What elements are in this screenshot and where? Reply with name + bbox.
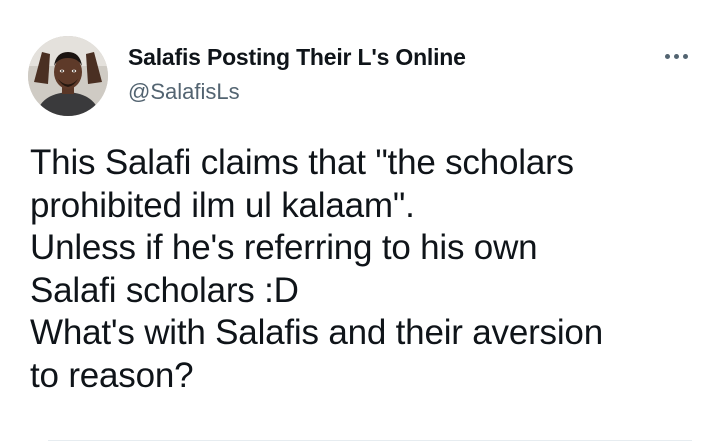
tweet: Salafis Posting Their L's Online @Salafi… xyxy=(0,0,720,446)
avatar-photo-icon xyxy=(28,36,108,116)
tweet-text-line: prohibited ilm ul kalaam". xyxy=(30,185,415,225)
author-handle[interactable]: @SalafisLs xyxy=(128,78,240,106)
more-dot xyxy=(682,53,688,59)
tweet-text-line: Unless if he's referring to his own xyxy=(30,228,538,267)
more-dot xyxy=(664,53,670,59)
more-dot xyxy=(673,53,679,59)
tweet-text-line: Salafi scholars :D xyxy=(30,270,299,310)
more-options-icon[interactable] xyxy=(652,38,700,74)
tweet-text: This Salafi claims that "the scholars pr… xyxy=(30,142,700,397)
tweet-text-line: to reason? xyxy=(30,355,194,395)
author-display-name[interactable]: Salafis Posting Their L's Online xyxy=(128,42,466,72)
tweet-text-line: This Salafi claims that "the scholars xyxy=(30,143,574,182)
divider xyxy=(48,440,692,441)
tweet-text-line: What's with Salafis and their aversion xyxy=(30,313,603,352)
author-avatar[interactable] xyxy=(28,36,108,116)
